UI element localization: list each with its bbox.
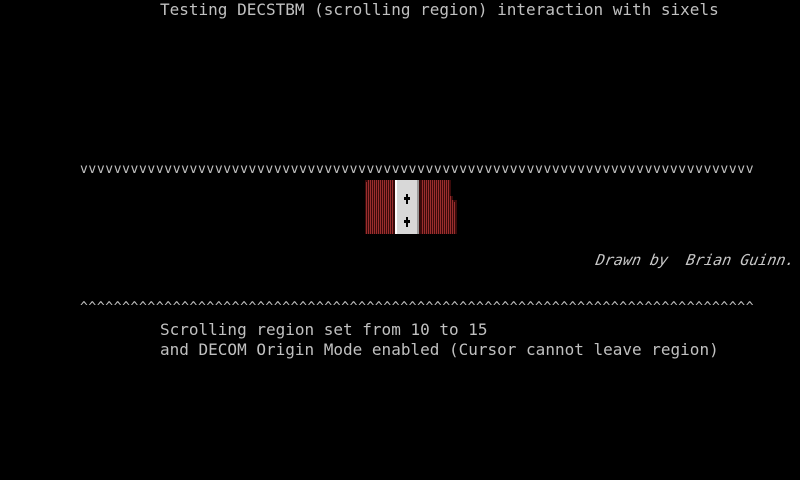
right-curtain [419, 180, 457, 234]
sixel-image [365, 180, 457, 234]
scroll-region-top-border: vvvvvvvvvvvvvvvvvvvvvvvvvvvvvvvvvvvvvvvv… [80, 162, 755, 177]
center-panel [395, 180, 419, 234]
sixel-graphic [365, 180, 457, 234]
artist-credit: Drawn by Brian Guinn. [594, 251, 797, 269]
left-curtain [365, 180, 395, 234]
scroll-region-bottom-border: ^^^^^^^^^^^^^^^^^^^^^^^^^^^^^^^^^^^^^^^^… [80, 300, 755, 315]
terminal-screen: Testing DECSTBM (scrolling region) inter… [0, 0, 800, 480]
description-line-1: Scrolling region set from 10 to 15 [160, 320, 488, 339]
description-line-2: and DECOM Origin Mode enabled (Cursor ca… [160, 340, 719, 359]
test-title: Testing DECSTBM (scrolling region) inter… [160, 0, 719, 19]
